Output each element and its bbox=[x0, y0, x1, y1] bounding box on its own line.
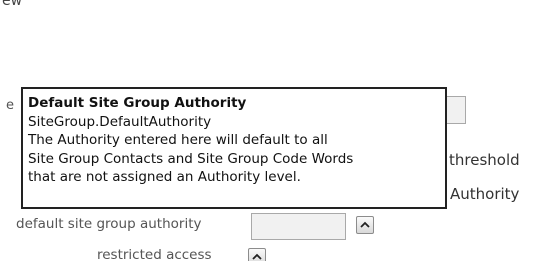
restricted-access-stepper[interactable] bbox=[248, 248, 266, 261]
previous-text: ew bbox=[2, 0, 23, 9]
tooltip-description-line: that are not assigned an Authority level… bbox=[28, 169, 301, 185]
hidden-label-fragment: e bbox=[6, 98, 14, 113]
tooltip-field-key: SiteGroup.DefaultAuthority bbox=[28, 113, 212, 130]
restricted-access-row: restricted access bbox=[0, 246, 546, 261]
chevron-up-icon bbox=[252, 253, 262, 260]
restricted-access-label: restricted access bbox=[97, 247, 212, 261]
default-site-group-authority-input[interactable] bbox=[251, 213, 346, 240]
chevron-up-icon bbox=[360, 221, 370, 228]
previous-text-fragment: ew bbox=[0, 0, 60, 18]
authority-label: Authority bbox=[450, 185, 520, 203]
tooltip-description-line: Site Group Contacts and Site Group Code … bbox=[28, 150, 354, 167]
tooltip-description-line: The Authority entered here will default … bbox=[28, 132, 328, 148]
threshold-label: threshold bbox=[449, 151, 520, 169]
default-site-group-authority-stepper[interactable] bbox=[356, 216, 374, 234]
field-help-tooltip: Default Site Group Authority SiteGroup.D… bbox=[21, 87, 447, 209]
default-site-group-authority-label: default site group authority bbox=[16, 216, 202, 232]
tooltip-title: Default Site Group Authority bbox=[28, 95, 247, 111]
